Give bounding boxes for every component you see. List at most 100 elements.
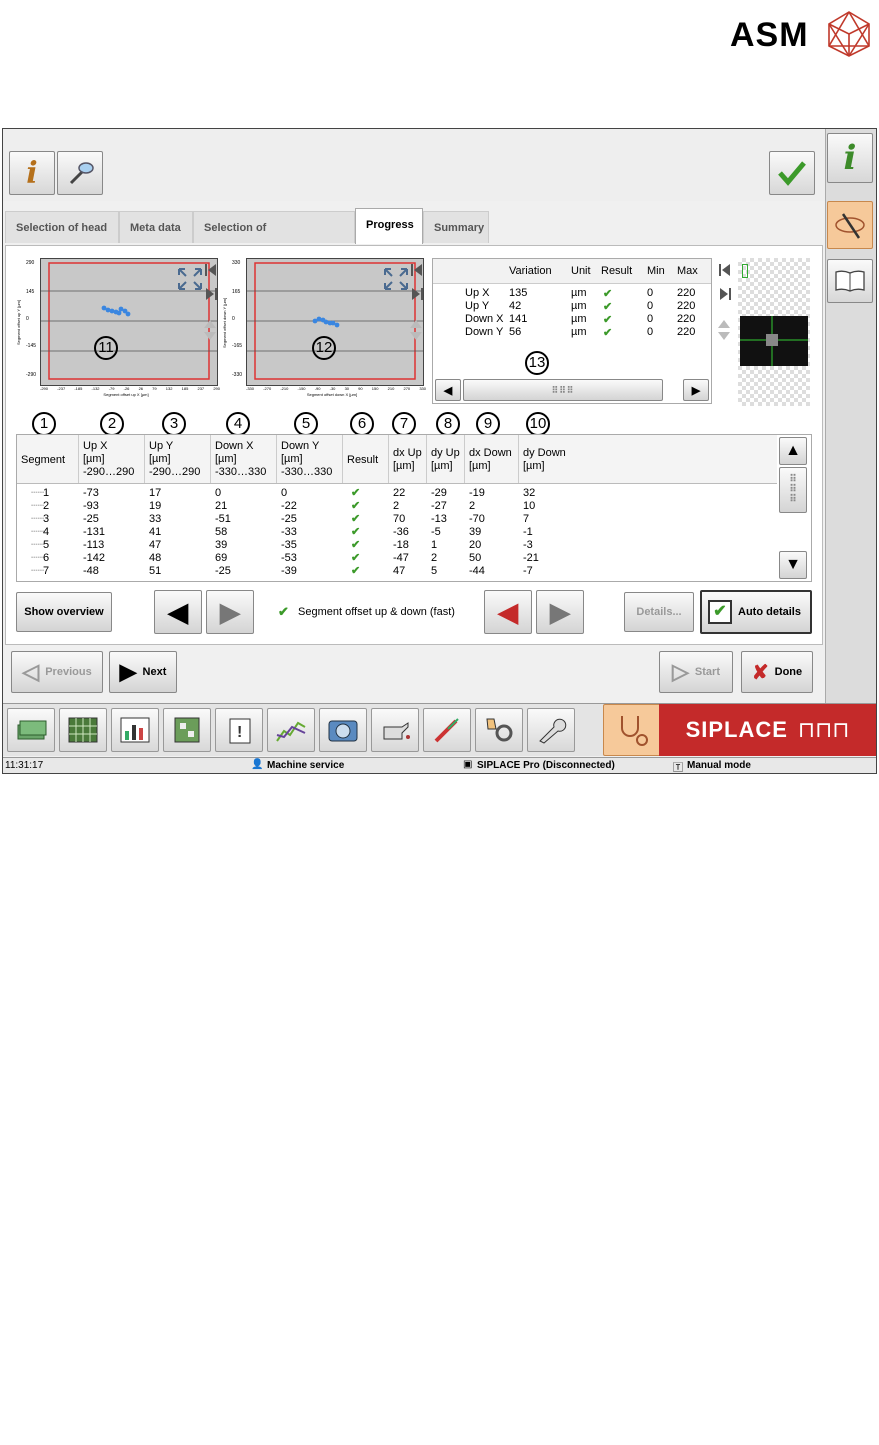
scroll-down-button[interactable]: ▼ [779, 551, 807, 579]
ytick: 330 [232, 260, 241, 266]
plot-up-ylabel: Segment offset up Y [µm] [16, 300, 21, 346]
oil-can-icon[interactable] [371, 708, 419, 752]
siplace-brand-banner: SIPLACE ⊓⊓⊓ [659, 704, 876, 756]
next-measurement-button[interactable]: ▶ [206, 590, 254, 634]
tab-selection-of-measurements[interactable]: Selection of measurements [193, 211, 355, 266]
marker-10: 10 [526, 412, 550, 436]
table-row[interactable]: ┄┄ 7 -48 51 -25 -39 ✔ 47 5 -44 -7 [17, 565, 777, 578]
screwdriver-icon[interactable] [423, 708, 471, 752]
prev-red-button[interactable]: ◀ [484, 590, 532, 634]
tab-meta-data[interactable]: Meta data [119, 211, 193, 243]
diagnosis-stethoscope-icon[interactable] [603, 704, 661, 756]
bar-chart-icon[interactable] [111, 708, 159, 752]
tab-selection-of-head[interactable]: Selection of head [5, 211, 119, 243]
grip-icon: ⠿⠿⠿ [551, 384, 575, 395]
hscroll-left-button[interactable]: ◀ [435, 379, 461, 401]
cell: 6 [43, 552, 50, 564]
variation-row: Up X 135 µm ✔ 0 220 [433, 287, 711, 300]
plot-down-nav [410, 262, 424, 362]
table-row[interactable]: ┄┄ 5 -113 47 39 -35 ✔ -18 1 20 -3 [17, 539, 777, 552]
expand-icon [178, 268, 202, 290]
plot-up: Segment offset up Y [µm] 290 145 0 -145 … [16, 258, 220, 398]
details-button[interactable]: Details... [624, 592, 694, 632]
marker-5: 5 [294, 412, 318, 436]
manual-button[interactable] [827, 259, 873, 303]
result-ok-icon: ✔ [603, 288, 613, 300]
cell: -1 [523, 526, 533, 538]
warning-document-icon[interactable]: ! [215, 708, 263, 752]
hscroll-thumb[interactable]: ⠿⠿⠿ [463, 379, 663, 401]
table-row[interactable]: ┄┄ 1 -73 17 0 0 ✔ 22 -29 -19 32 [17, 487, 777, 500]
plot-down-svg [247, 262, 423, 380]
plot-nav-icons [718, 264, 731, 340]
cell: 7 [43, 565, 50, 577]
cell: 0 [281, 487, 288, 499]
auto-details-label: Auto details [738, 606, 801, 618]
prev-measurement-button[interactable]: ◀ [154, 590, 202, 634]
status-bar: 11:31:17 👤 Machine service ▣ SIPLACE Pro… [3, 757, 876, 774]
search-button[interactable] [57, 151, 103, 195]
cell: 20 [469, 539, 482, 551]
status-user: Machine service [267, 760, 345, 771]
table-row[interactable]: ┄┄ 4 -131 41 58 -33 ✔ -36 -5 39 -1 [17, 526, 777, 539]
tab-summary[interactable]: Summary [423, 211, 489, 243]
show-overview-button[interactable]: Show overview [16, 592, 112, 632]
money-stack-icon[interactable] [7, 708, 55, 752]
table-row[interactable]: ┄┄ 2 -93 19 21 -22 ✔ 2 -27 2 10 [17, 500, 777, 513]
cell: -47 [393, 552, 409, 564]
board-icon[interactable] [163, 708, 211, 752]
next-button[interactable]: ▶ Next [109, 651, 177, 693]
progress-panel: Segment offset up Y [µm] 290 145 0 -145 … [5, 245, 823, 645]
mode-icon: 🅃 [673, 763, 683, 774]
col-up-x: Up X [µm] -290…290 [79, 435, 145, 483]
scroll-up-button[interactable]: ▲ [779, 437, 807, 465]
info-green-button[interactable]: i [827, 133, 873, 183]
brand-text: SIPLACE [685, 717, 788, 742]
cell: 7 [523, 513, 530, 525]
marker-4: 4 [226, 412, 250, 436]
feeder-grid-icon[interactable] [59, 708, 107, 752]
next-step-button[interactable]: ▶ [536, 590, 584, 634]
arrow-down-icon: ▼ [785, 556, 801, 573]
connection-icon: ▣ [463, 759, 473, 770]
taskbar: ! SIPLACE ⊓⊓⊓ [3, 703, 876, 756]
svg-text:!: ! [237, 724, 242, 741]
camera-preview [738, 258, 810, 406]
hand-gear-icon[interactable] [475, 708, 523, 752]
auto-details-toggle[interactable]: ✔ Auto details [700, 590, 812, 634]
cell: -142 [83, 552, 106, 564]
xtick: 270 [403, 386, 411, 391]
confirm-button[interactable] [769, 151, 815, 195]
status-time: 11:31:17 [5, 760, 44, 771]
triangle-right-icon: ▶ [220, 596, 240, 627]
arrow-left-icon: ◀ [443, 384, 453, 397]
ytick: -290 [26, 372, 37, 378]
variation-col-header: Variation [509, 265, 552, 277]
variation-value: 141 [509, 313, 528, 325]
cell: 17 [149, 487, 162, 499]
expand-icon [384, 268, 408, 290]
table-row[interactable]: ┄┄ 6 -142 48 69 -53 ✔ -47 2 50 -21 [17, 552, 777, 565]
cell: 0 [215, 487, 222, 499]
camera-lens-icon[interactable] [319, 708, 367, 752]
diagnosis-button[interactable] [827, 201, 873, 249]
variation-header: Variation Unit Result Min Max [433, 259, 711, 284]
app-window: i i Selection of head Meta data Selectio… [2, 128, 877, 774]
wrench-icon[interactable] [527, 708, 575, 752]
cell: 21 [215, 500, 228, 512]
cell: 2 [393, 500, 400, 512]
done-button[interactable]: ✘ Done [741, 651, 813, 693]
info-button[interactable]: i [9, 151, 55, 195]
hscroll-right-button[interactable]: ▶ [683, 379, 709, 401]
plot-down-points [312, 316, 340, 328]
start-button[interactable]: ▷ Start [659, 651, 733, 693]
status-connection: SIPLACE Pro (Disconnected) [477, 760, 615, 771]
cell: 39 [215, 539, 228, 551]
tab-progress[interactable]: Progress [355, 208, 423, 244]
arrow-left-outline-icon: ◁ [22, 659, 40, 684]
previous-button[interactable]: ◁ Previous [11, 651, 103, 693]
vscroll-thumb[interactable]: ⠿ ⠿ ⠿ [779, 467, 807, 513]
plot-down: Segment offset down Y [µm] 330 165 0 -16… [222, 258, 426, 398]
trend-chart-icon[interactable] [267, 708, 315, 752]
table-row[interactable]: ┄┄ 3 -25 33 -51 -25 ✔ 70 -13 -70 7 [17, 513, 777, 526]
